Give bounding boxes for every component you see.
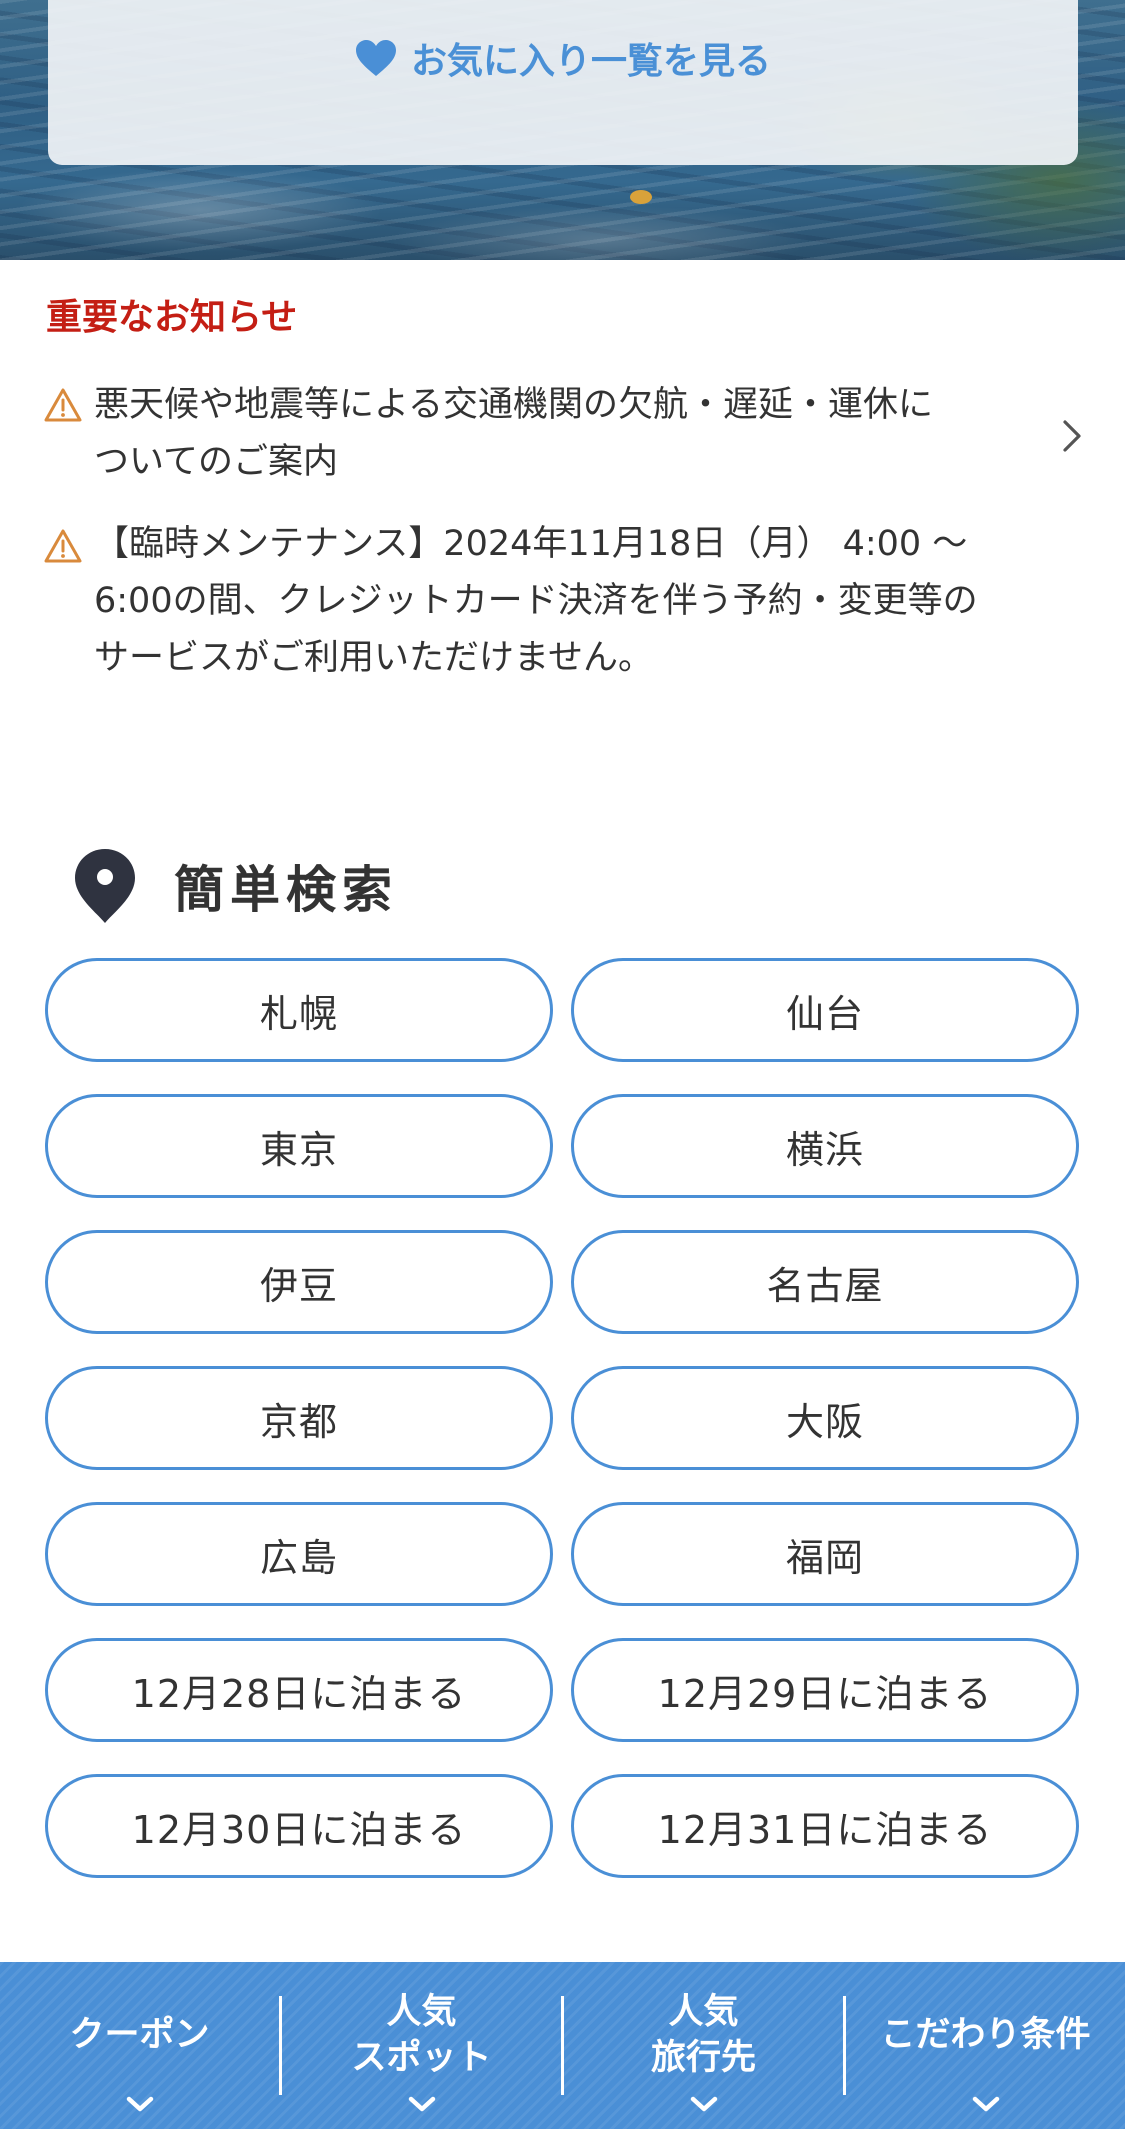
notice-line: 【臨時メンテナンス】2024年11月18日（月） 4:00 ～ xyxy=(94,524,968,564)
tab-label-line: クーポン xyxy=(69,2014,210,2055)
simple-search-buttons: 札幌 仙台 東京 横浜 伊豆 名古屋 京都 大阪 広島 福岡 12月28日に泊ま… xyxy=(45,958,1080,1878)
search-button-stay-dec-28[interactable]: 12月28日に泊まる xyxy=(45,1638,553,1742)
tab-label-line: スポット xyxy=(351,2037,492,2078)
heart-icon xyxy=(355,40,396,76)
warning-icon xyxy=(44,388,82,422)
notice-line: ついてのご案内 xyxy=(94,442,338,482)
tab-label-line: こだわり条件 xyxy=(880,2014,1091,2055)
location-pin-icon xyxy=(75,849,135,923)
notice-item-maintenance: 【臨時メンテナンス】2024年11月18日（月） 4:00 ～ 6:00の間、ク… xyxy=(44,516,1084,687)
search-button-osaka[interactable]: 大阪 xyxy=(571,1366,1079,1470)
notice-item-weather[interactable]: 悪天候や地震等による交通機関の欠航・遅延・運休に ついてのご案内 xyxy=(44,377,1084,491)
notice-text: 悪天候や地震等による交通機関の欠航・遅延・運休に ついてのご案内 xyxy=(94,377,933,491)
search-button-nagoya[interactable]: 名古屋 xyxy=(571,1230,1079,1334)
notice-text: 【臨時メンテナンス】2024年11月18日（月） 4:00 ～ 6:00の間、ク… xyxy=(94,516,978,687)
notice-line: 悪天候や地震等による交通機関の欠航・遅延・運休に xyxy=(94,385,933,425)
simple-search-title: 簡単検索 xyxy=(174,861,398,919)
tab-label: 人気 旅行先 xyxy=(651,1989,756,2081)
hero-water-decoration xyxy=(630,190,652,204)
chevron-down-icon xyxy=(126,2096,153,2112)
tab-label-line: 人気 xyxy=(668,1991,739,2032)
tab-popular-destinations[interactable]: 人気 旅行先 xyxy=(564,1962,843,2129)
search-button-fukuoka[interactable]: 福岡 xyxy=(571,1502,1079,1606)
tab-coupon[interactable]: クーポン xyxy=(0,1962,279,2129)
favorites-link[interactable]: お気に入り一覧を見る xyxy=(48,32,1078,84)
search-button-sapporo[interactable]: 札幌 xyxy=(45,958,553,1062)
tab-label: 人気 スポット xyxy=(351,1989,491,2081)
search-button-stay-dec-30[interactable]: 12月30日に泊まる xyxy=(45,1774,553,1878)
favorites-card: お気に入り一覧を見る xyxy=(48,0,1078,165)
tab-label-line: 人気 xyxy=(386,1991,457,2032)
simple-search-header: 簡単検索 xyxy=(72,846,398,926)
chevron-down-icon xyxy=(690,2096,717,2112)
tab-label: クーポン xyxy=(69,2012,209,2058)
search-button-hiroshima[interactable]: 広島 xyxy=(45,1502,553,1606)
bottom-safe-area xyxy=(0,2129,1125,2145)
chevron-down-icon xyxy=(408,2096,435,2112)
search-button-stay-dec-29[interactable]: 12月29日に泊まる xyxy=(571,1638,1079,1742)
chevron-right-icon xyxy=(1063,420,1081,452)
hero-banner: お気に入り一覧を見る xyxy=(0,0,1125,260)
notices-title: 重要なお知らせ xyxy=(46,297,298,338)
search-button-sendai[interactable]: 仙台 xyxy=(571,958,1079,1062)
search-button-kyoto[interactable]: 京都 xyxy=(45,1366,553,1470)
search-button-stay-dec-31[interactable]: 12月31日に泊まる xyxy=(571,1774,1079,1878)
warning-icon xyxy=(44,529,82,563)
notice-line: サービスがご利用いただけません。 xyxy=(94,638,653,678)
search-button-yokohama[interactable]: 横浜 xyxy=(571,1094,1079,1198)
notice-line: 6:00の間、クレジットカード決済を伴う予約・変更等の xyxy=(94,581,978,621)
bottom-tab-bar: クーポン 人気 スポット 人気 旅行先 こだわり条件 xyxy=(0,1962,1125,2129)
tab-label: こだわり条件 xyxy=(880,2012,1090,2058)
search-button-izu[interactable]: 伊豆 xyxy=(45,1230,553,1334)
chevron-down-icon xyxy=(972,2096,999,2112)
tab-label-line: 旅行先 xyxy=(650,2037,756,2078)
search-button-tokyo[interactable]: 東京 xyxy=(45,1094,553,1198)
tab-preferences[interactable]: こだわり条件 xyxy=(846,1962,1125,2129)
tab-popular-spots[interactable]: 人気 スポット xyxy=(282,1962,561,2129)
favorites-label: お気に入り一覧を見る xyxy=(410,41,771,82)
